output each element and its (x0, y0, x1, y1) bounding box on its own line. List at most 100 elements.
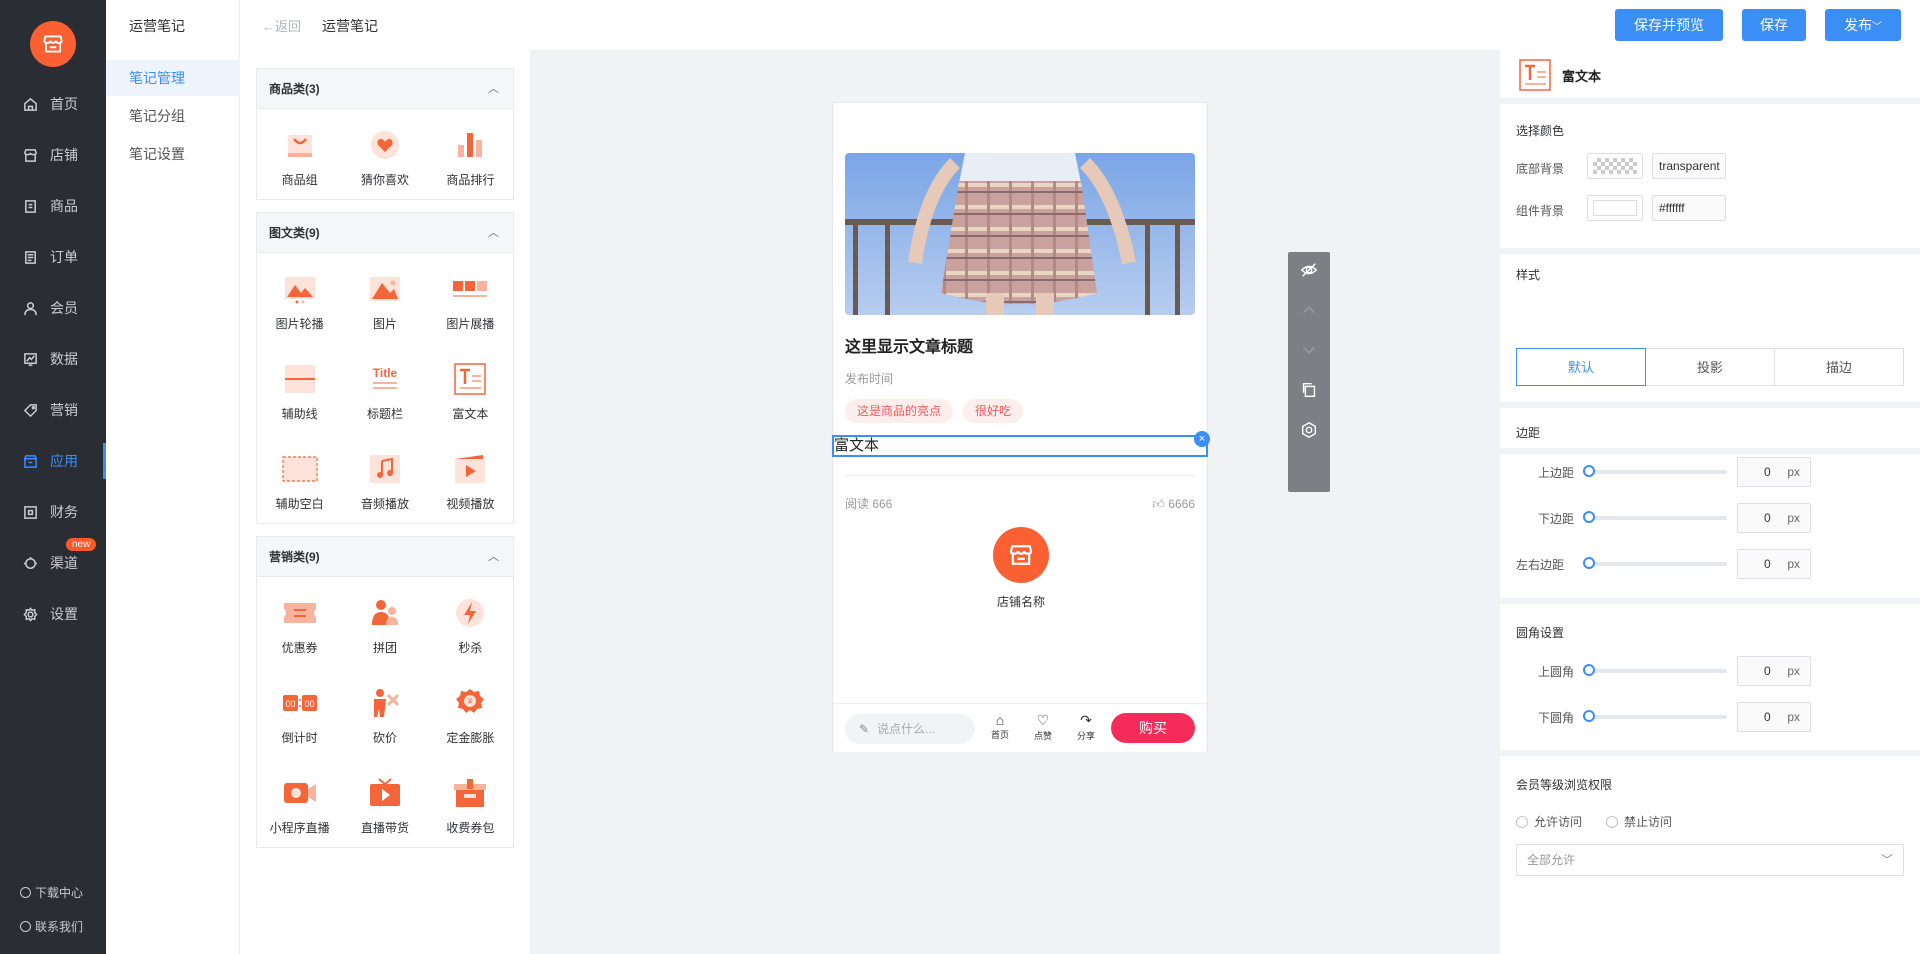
title-icon: Title (367, 361, 403, 397)
shop-name: 店铺名称 (996, 595, 1045, 609)
channel-icon (23, 556, 38, 569)
download-center-link[interactable]: 下载中心 (20, 884, 83, 901)
section-separator (1500, 98, 1920, 104)
product-tag: 很好吃 (963, 399, 1024, 423)
showcase-icon (452, 271, 488, 307)
nav-item-settings[interactable]: 设置 (0, 596, 106, 632)
radius-unit: px (1787, 664, 1800, 678)
nav-item-data[interactable]: 数据 (0, 341, 106, 377)
thumbs-up-icon: 👍︎ (1152, 497, 1165, 511)
close-icon[interactable]: × (1194, 431, 1210, 447)
slider-knob[interactable] (1583, 710, 1595, 722)
slider-knob[interactable] (1583, 511, 1595, 523)
nav-item-store[interactable]: 店铺 (0, 137, 106, 173)
store-logo-icon[interactable] (30, 21, 76, 67)
component-helper-line[interactable]: 辅助线 (257, 355, 342, 445)
bottom-home-button[interactable]: ⌂ 首页 (985, 712, 1015, 741)
component-bg-value[interactable]: #ffffff (1652, 195, 1726, 221)
lightning-icon (452, 595, 488, 631)
component-bargain[interactable]: 砍价 (342, 679, 427, 769)
nav-item-goods[interactable]: 商品 (0, 188, 106, 224)
bottom-radius-input[interactable]: 0 px (1737, 702, 1811, 732)
subnav-item-note-settings[interactable]: 笔记设置 (106, 136, 240, 172)
allow-access-radio[interactable]: 允许访问 (1516, 813, 1582, 830)
component-helper-blank[interactable]: 辅助空白 (257, 445, 342, 535)
bottom-share-button[interactable]: ↷ 分享 (1071, 712, 1101, 742)
bottom-bg-swatch[interactable] (1587, 153, 1643, 179)
style-option-border[interactable]: 描边 (1774, 348, 1904, 386)
component-paid-coupon-pack[interactable]: 收费券包 (428, 769, 513, 859)
hero-image[interactable] (845, 153, 1195, 315)
top-margin-slider[interactable] (1583, 465, 1727, 477)
component-group-buy[interactable]: 拼团 (342, 589, 427, 679)
component-audio[interactable]: 音频播放 (342, 445, 427, 535)
buy-button[interactable]: 购买 (1111, 713, 1195, 743)
save-button[interactable]: 保存 (1742, 9, 1806, 41)
slider-knob[interactable] (1583, 664, 1595, 676)
svg-text:00: 00 (285, 699, 295, 709)
group-header[interactable]: 商品类(3) ︿ (257, 69, 513, 109)
component-flash-sale[interactable]: 秒杀 (428, 589, 513, 679)
bottom-margin-slider[interactable] (1583, 511, 1727, 523)
share-icon: ↷ (1080, 712, 1092, 728)
group-header[interactable]: 图文类(9) ︿ (257, 213, 513, 253)
app-icon (23, 454, 38, 468)
bottom-like-button[interactable]: ♡ 点赞 (1028, 712, 1058, 742)
nav-item-channel[interactable]: 渠道 new (0, 538, 106, 581)
component-image-showcase[interactable]: 图片展播 (428, 265, 513, 355)
comment-input[interactable]: ✎ 说点什么... (845, 714, 975, 744)
component-image-carousel[interactable]: 图片轮播 (257, 265, 342, 355)
copy-icon[interactable] (1299, 380, 1319, 400)
nav-item-home[interactable]: 首页 (0, 86, 106, 122)
component-mini-live[interactable]: 小程序直播 (257, 769, 342, 859)
component-deposit-expansion[interactable]: ¥ 定金膨胀 (428, 679, 513, 769)
subnav-item-note-manage[interactable]: 笔记管理 (106, 60, 240, 96)
top-radius-slider[interactable] (1583, 664, 1727, 676)
nav-item-marketing[interactable]: 营销 (0, 392, 106, 428)
margin-value: 0 (1764, 511, 1771, 525)
component-guess-like[interactable]: 猜你喜欢 (342, 121, 427, 211)
top-margin-input[interactable]: 0 px (1737, 457, 1811, 487)
slider-knob[interactable] (1583, 557, 1595, 569)
side-margin-slider[interactable] (1583, 557, 1727, 569)
nav-label: 应用 (50, 453, 78, 469)
component-image[interactable]: 图片 (342, 265, 427, 355)
member-level-select[interactable]: 全部允许 ﹀ (1516, 844, 1904, 876)
component-panel: 商品类(3) ︿ 商品组 猜你喜欢 商品排行 图文类(9) ︿ 图片轮播 图片 图片… (240, 50, 530, 954)
nav-item-app[interactable]: 应用 (0, 443, 106, 479)
shop-logo-icon (993, 527, 1049, 583)
component-coupon[interactable]: 优惠券 (257, 589, 342, 679)
move-up-icon[interactable] (1299, 300, 1319, 320)
nav-item-member[interactable]: 会员 (0, 290, 106, 326)
component-rich-text[interactable]: 富文本 (428, 355, 513, 445)
deny-access-radio[interactable]: 禁止访问 (1606, 813, 1672, 830)
component-video[interactable]: 视频播放 (428, 445, 513, 535)
nav-item-order[interactable]: 订单 (0, 239, 106, 275)
group-header[interactable]: 营销类(9) ︿ (257, 537, 513, 577)
subnav-item-note-group[interactable]: 笔记分组 (106, 98, 240, 134)
nav-item-finance[interactable]: 财务 (0, 494, 106, 530)
style-option-default[interactable]: 默认 (1516, 348, 1646, 386)
bottom-radius-slider[interactable] (1583, 710, 1727, 722)
component-bg-swatch[interactable] (1587, 195, 1643, 221)
move-down-icon[interactable] (1299, 340, 1319, 360)
top-radius-input[interactable]: 0 px (1737, 656, 1811, 686)
save-preview-button[interactable]: 保存并预览 (1615, 9, 1723, 41)
eye-icon[interactable] (1299, 260, 1319, 280)
component-live-sell[interactable]: 直播带货 (342, 769, 427, 859)
component-goods-group[interactable]: 商品组 (257, 121, 342, 211)
back-link[interactable]: ←返回 (262, 16, 301, 35)
side-margin-input[interactable]: 0 px (1737, 549, 1811, 579)
bottom-margin-input[interactable]: 0 px (1737, 503, 1811, 533)
publish-button[interactable]: 发布﹀ (1825, 9, 1901, 41)
rich-text-block[interactable]: 富文本 × (832, 431, 1210, 457)
settings-icon[interactable] (1299, 420, 1319, 440)
bottom-bg-value[interactable]: transparent (1652, 153, 1726, 179)
component-title-bar[interactable]: Title 标题栏 (342, 355, 427, 445)
component-goods-rank[interactable]: 商品排行 (428, 121, 513, 211)
slider-knob[interactable] (1583, 465, 1595, 477)
contact-us-link[interactable]: 联系我们 (20, 918, 83, 935)
main-nav: 首页 店铺 商品 订单 会员 数据 营销 应用 财务 渠道 new 设置 下载中心… (0, 0, 106, 954)
component-countdown[interactable]: 00 00 倒计时 (257, 679, 342, 769)
style-option-shadow[interactable]: 投影 (1645, 348, 1775, 386)
